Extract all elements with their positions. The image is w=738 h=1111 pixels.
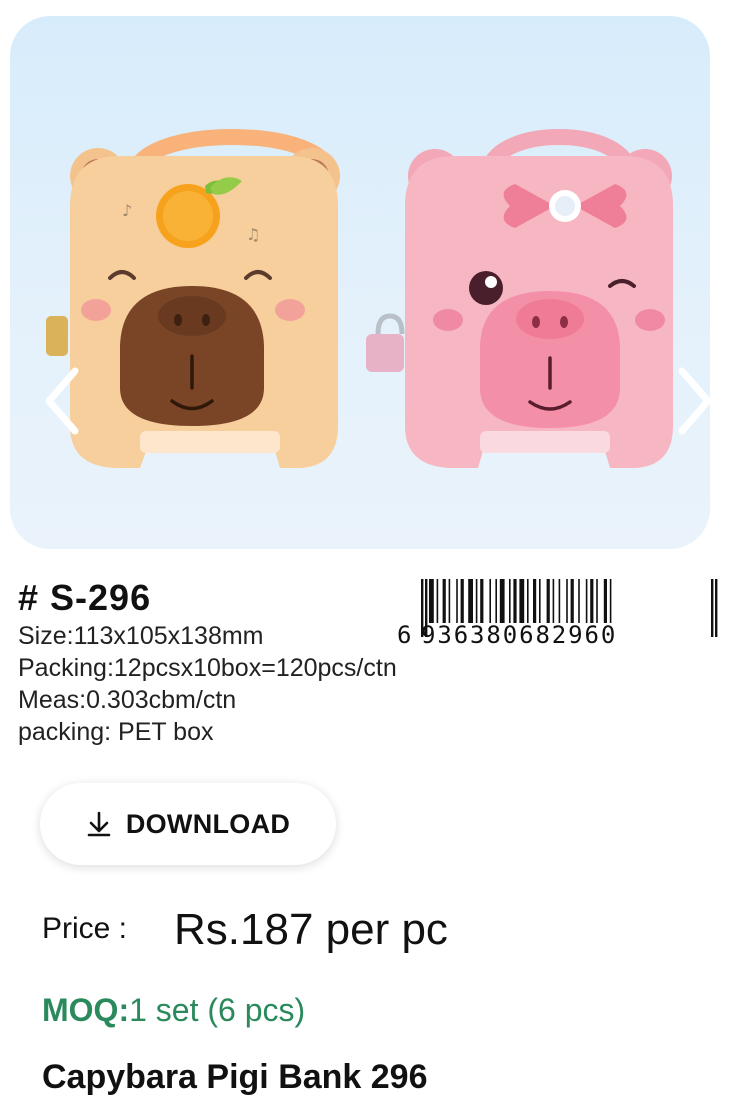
svg-text:♪: ♪: [122, 201, 132, 220]
price-label: Price :: [42, 912, 128, 945]
capybara-bank-illustration: ♪ ♫: [46, 129, 340, 468]
barcode: 6 936380682960: [397, 579, 718, 647]
download-arrow-icon: [87, 811, 111, 837]
moq-value: 1 set (6 pcs): [129, 992, 306, 1028]
product-name: Capybara Pigi Bank 296: [42, 1058, 428, 1096]
moq-label: MOQ:: [42, 992, 130, 1028]
pig-bank-illustration: [366, 129, 673, 468]
price-value: Rs.187 per pc: [174, 905, 448, 954]
carousel-prev-button[interactable]: [35, 361, 87, 441]
barcode-digits: 936380682960: [421, 621, 617, 647]
product-photo: ♪ ♫: [46, 129, 673, 468]
download-label: DOWNLOAD: [125, 808, 291, 839]
spec-packing-qty: Packing:12pcsx10box=120pcs/ctn: [18, 654, 397, 682]
chevron-right-icon: [678, 367, 710, 435]
spec-meas: Meas:0.303cbm/ctn: [18, 686, 237, 714]
chevron-left-icon: [45, 367, 79, 435]
spec-packing-type: packing: PET box: [18, 718, 214, 746]
spec-size: Size:113x105x138mm: [18, 622, 264, 650]
product-image-carousel[interactable]: ♪ ♫: [10, 16, 710, 549]
svg-text:♫: ♫: [246, 225, 260, 244]
download-button[interactable]: DOWNLOAD: [40, 783, 336, 865]
barcode-lead-digit: 6: [397, 621, 411, 647]
carousel-next-button[interactable]: [670, 361, 710, 441]
moq-line: MOQ:1 set (6 pcs): [42, 992, 305, 1029]
product-sku: # S-296: [18, 577, 152, 618]
